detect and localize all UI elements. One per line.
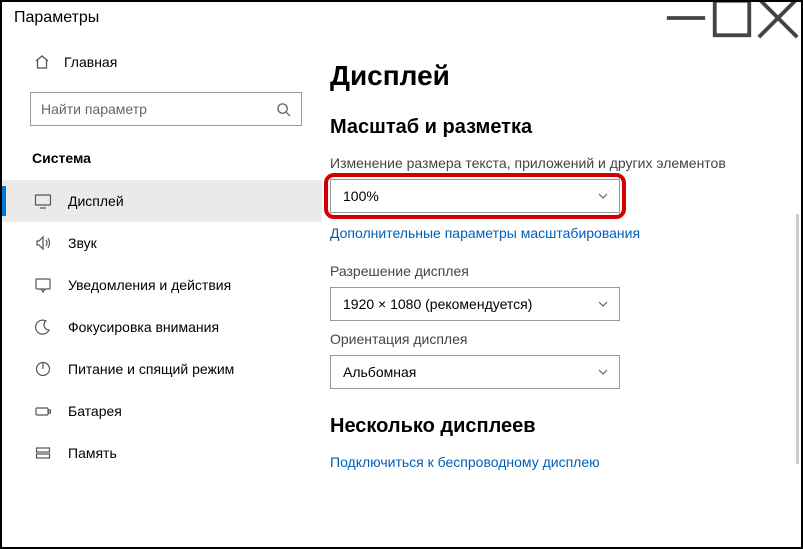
- page-title: Дисплей: [330, 60, 781, 92]
- sidebar-item-notifications[interactable]: Уведомления и действия: [2, 264, 322, 306]
- titlebar: Параметры: [2, 2, 801, 34]
- focus-icon: [34, 318, 52, 336]
- main-content: Дисплей Масштаб и разметка Изменение раз…: [322, 34, 801, 547]
- resolution-select[interactable]: 1920 × 1080 (рекомендуется): [330, 287, 620, 321]
- notifications-icon: [34, 276, 52, 294]
- minimize-button[interactable]: [663, 2, 709, 34]
- chevron-down-icon: [597, 190, 609, 202]
- orientation-label: Ориентация дисплея: [330, 331, 781, 347]
- resolution-label: Разрешение дисплея: [330, 263, 781, 279]
- scale-select[interactable]: 100%: [330, 179, 620, 213]
- sidebar-item-label: Дисплей: [68, 193, 124, 209]
- search-placeholder: Найти параметр: [41, 101, 147, 117]
- orientation-select[interactable]: Альбомная: [330, 355, 620, 389]
- sidebar-item-label: Фокусировка внимания: [68, 319, 219, 335]
- power-icon: [34, 360, 52, 378]
- home-icon: [34, 54, 50, 70]
- scale-label: Изменение размера текста, приложений и д…: [330, 155, 781, 171]
- home-button[interactable]: Главная: [2, 46, 322, 78]
- wireless-link[interactable]: Подключиться к беспроводному дисплею: [330, 454, 781, 470]
- sidebar-item-storage[interactable]: Память: [2, 432, 322, 474]
- sidebar-item-sound[interactable]: Звук: [2, 222, 322, 264]
- scale-advanced-link[interactable]: Дополнительные параметры масштабирования: [330, 225, 781, 241]
- sidebar: Главная Найти параметр Система Дисплей З…: [2, 34, 322, 547]
- sidebar-item-label: Уведомления и действия: [68, 277, 231, 293]
- section-multi: Несколько дисплеев: [330, 415, 781, 438]
- scrollbar[interactable]: [796, 214, 799, 464]
- section-scale: Масштаб и разметка: [330, 116, 781, 139]
- sidebar-item-label: Звук: [68, 235, 97, 251]
- scale-value: 100%: [343, 188, 379, 204]
- chevron-down-icon: [597, 298, 609, 310]
- sidebar-item-label: Питание и спящий режим: [68, 361, 234, 377]
- battery-icon: [34, 402, 52, 420]
- sidebar-item-label: Батарея: [68, 403, 122, 419]
- sidebar-item-battery[interactable]: Батарея: [2, 390, 322, 432]
- orientation-value: Альбомная: [343, 364, 416, 380]
- category-title: Система: [2, 144, 322, 180]
- sidebar-item-display[interactable]: Дисплей: [2, 180, 322, 222]
- close-button[interactable]: [755, 2, 801, 34]
- window-controls: [663, 2, 801, 34]
- display-icon: [34, 192, 52, 210]
- window-title: Параметры: [14, 9, 99, 27]
- search-icon: [276, 102, 291, 117]
- sidebar-item-power[interactable]: Питание и спящий режим: [2, 348, 322, 390]
- storage-icon: [34, 444, 52, 462]
- sidebar-item-focus[interactable]: Фокусировка внимания: [2, 306, 322, 348]
- home-label: Главная: [64, 54, 117, 70]
- sound-icon: [34, 234, 52, 252]
- maximize-button[interactable]: [709, 2, 755, 34]
- sidebar-item-label: Память: [68, 445, 117, 461]
- scale-highlight: 100%: [324, 173, 626, 219]
- search-input[interactable]: Найти параметр: [30, 92, 302, 126]
- chevron-down-icon: [597, 366, 609, 378]
- resolution-value: 1920 × 1080 (рекомендуется): [343, 296, 532, 312]
